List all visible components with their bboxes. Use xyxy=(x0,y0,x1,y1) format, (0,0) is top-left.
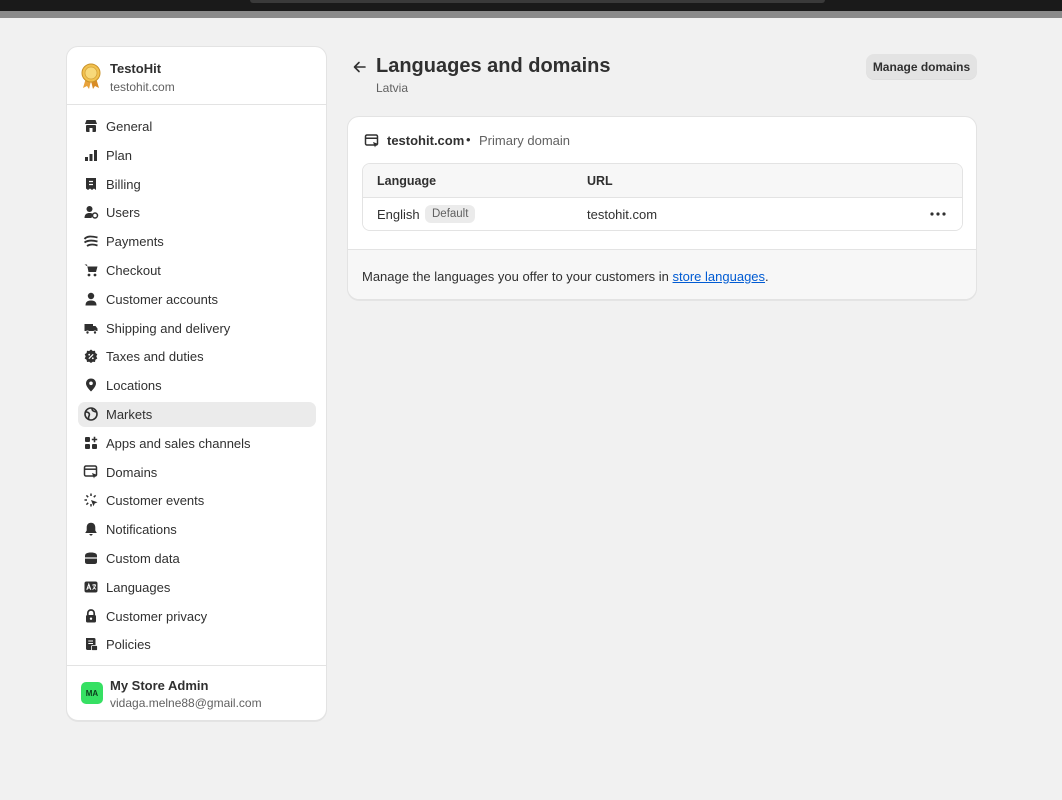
top-bar xyxy=(0,0,1062,11)
footer-text-after: . xyxy=(765,269,769,284)
award-ribbon-icon xyxy=(81,63,101,89)
settings-sidebar: TestoHit testohit.com General Plan Billing… xyxy=(66,46,327,721)
top-search-bar[interactable] xyxy=(250,0,825,3)
store-languages-link[interactable]: store languages xyxy=(673,269,766,284)
domain-name[interactable]: testohit.com xyxy=(387,133,464,148)
sidebar-item-languages[interactable]: Languages xyxy=(78,575,316,600)
truck-icon xyxy=(84,323,98,335)
settings-nav: General Plan Billing Users Payments Checkout C… xyxy=(78,114,316,661)
sidebar-item-customer-events[interactable]: Customer events xyxy=(78,488,316,513)
sidebar-item-label: Users xyxy=(106,205,140,221)
person-icon xyxy=(85,292,97,306)
sidebar-item-label: Taxes and duties xyxy=(106,349,204,365)
sidebar-item-notifications[interactable]: Notifications xyxy=(78,517,316,542)
sidebar-item-label: Policies xyxy=(106,637,151,653)
sidebar-item-label: Payments xyxy=(106,234,164,250)
page-title: Languages and domains xyxy=(376,55,611,77)
globe-icon xyxy=(84,407,98,421)
arrow-left-icon xyxy=(353,61,366,73)
sidebar-item-locations[interactable]: Locations xyxy=(78,373,316,398)
sidebar-item-label: Notifications xyxy=(106,522,177,538)
store-header[interactable]: TestoHit testohit.com xyxy=(67,47,326,105)
sidebar-item-label: Checkout xyxy=(106,262,161,278)
domain-icon xyxy=(83,464,98,479)
sidebar-item-shipping[interactable]: Shipping and delivery xyxy=(78,316,316,341)
column-header-url: URL xyxy=(587,174,613,188)
sidebar-item-label: Billing xyxy=(106,176,141,192)
policy-document-icon xyxy=(86,638,98,652)
sidebar-item-taxes[interactable]: Taxes and duties xyxy=(78,344,316,369)
sidebar-item-label: Apps and sales channels xyxy=(106,435,251,451)
sidebar-item-label: Locations xyxy=(106,378,162,394)
sidebar-item-customer-privacy[interactable]: Customer privacy xyxy=(78,604,316,629)
table-row[interactable]: English Default testohit.com xyxy=(363,198,962,230)
sidebar-item-label: General xyxy=(106,119,153,134)
user-name: My Store Admin xyxy=(110,678,209,693)
sidebar-item-general[interactable]: General xyxy=(78,114,316,139)
footer-text: Manage the languages you offer to your c… xyxy=(362,269,769,284)
sparkle-cursor-icon xyxy=(84,493,98,507)
apps-icon xyxy=(85,436,98,449)
sidebar-item-label: Customer privacy xyxy=(106,608,208,624)
tax-icon xyxy=(84,349,98,364)
avatar: MA xyxy=(81,682,103,704)
sidebar-item-label: Customer accounts xyxy=(106,291,218,307)
sidebar-item-apps[interactable]: Apps and sales channels xyxy=(78,431,316,456)
ellipsis-icon xyxy=(930,212,946,216)
url-cell: testohit.com xyxy=(587,207,658,222)
sidebar-item-label: Markets xyxy=(106,406,153,422)
user-email: vidaga.melne88@gmail.com xyxy=(110,696,262,710)
column-header-language: Language xyxy=(377,174,437,188)
sidebar-item-plan[interactable]: Plan xyxy=(78,143,316,168)
sidebar-item-label: Customer events xyxy=(106,493,205,509)
domain-type-label: Primary domain xyxy=(479,133,571,148)
default-badge: Default xyxy=(425,205,476,223)
table-header: Language URL xyxy=(363,164,962,198)
domain-icon xyxy=(364,134,379,148)
sidebar-item-label: Domains xyxy=(106,464,158,480)
sidebar-item-users[interactable]: Users xyxy=(78,200,316,225)
page-subtitle: Latvia xyxy=(376,81,409,95)
cart-icon xyxy=(84,264,98,277)
sidebar-item-payments[interactable]: Payments xyxy=(78,229,316,254)
receipt-icon xyxy=(86,177,96,190)
payment-icon xyxy=(83,235,98,247)
plan-chart-icon xyxy=(85,149,97,161)
store-domain: testohit.com xyxy=(110,80,175,94)
bell-icon xyxy=(85,522,97,536)
sidebar-item-policies[interactable]: Policies xyxy=(78,632,316,657)
location-pin-icon xyxy=(86,378,96,392)
language-cell: English xyxy=(377,207,420,222)
domain-card: testohit.com • Primary domain Language U… xyxy=(347,116,977,300)
sidebar-item-checkout[interactable]: Checkout xyxy=(78,258,316,283)
sidebar-item-customer-accounts[interactable]: Customer accounts xyxy=(78,287,316,312)
more-actions-button[interactable] xyxy=(925,204,951,224)
card-footer: Manage the languages you offer to your c… xyxy=(348,249,976,299)
footer-text-before: Manage the languages you offer to your c… xyxy=(362,269,673,284)
database-icon xyxy=(85,552,97,564)
top-bar-shadow xyxy=(0,11,1062,18)
sidebar-item-label: Shipping and delivery xyxy=(106,320,231,336)
language-icon xyxy=(84,581,98,593)
sidebar-item-markets[interactable]: Markets xyxy=(78,401,316,427)
sidebar-item-label: Plan xyxy=(106,147,133,163)
sidebar-item-label: Custom data xyxy=(106,550,180,566)
sidebar-item-custom-data[interactable]: Custom data xyxy=(78,546,316,571)
manage-domains-button[interactable]: Manage domains xyxy=(866,54,977,79)
languages-table: Language URL English Default testohit.co… xyxy=(362,163,963,231)
separator-dot: • xyxy=(466,132,471,147)
sidebar-item-label: Languages xyxy=(106,579,171,595)
user-footer[interactable]: MA My Store Admin vidaga.melne88@gmail.c… xyxy=(67,665,326,720)
store-icon xyxy=(85,120,97,132)
sidebar-item-domains[interactable]: Domains xyxy=(78,460,316,485)
user-gear-icon xyxy=(84,206,99,220)
sidebar-item-billing[interactable]: Billing xyxy=(78,172,316,197)
store-name: TestoHit xyxy=(110,61,162,76)
lock-icon xyxy=(86,608,96,623)
back-button[interactable] xyxy=(349,56,371,78)
